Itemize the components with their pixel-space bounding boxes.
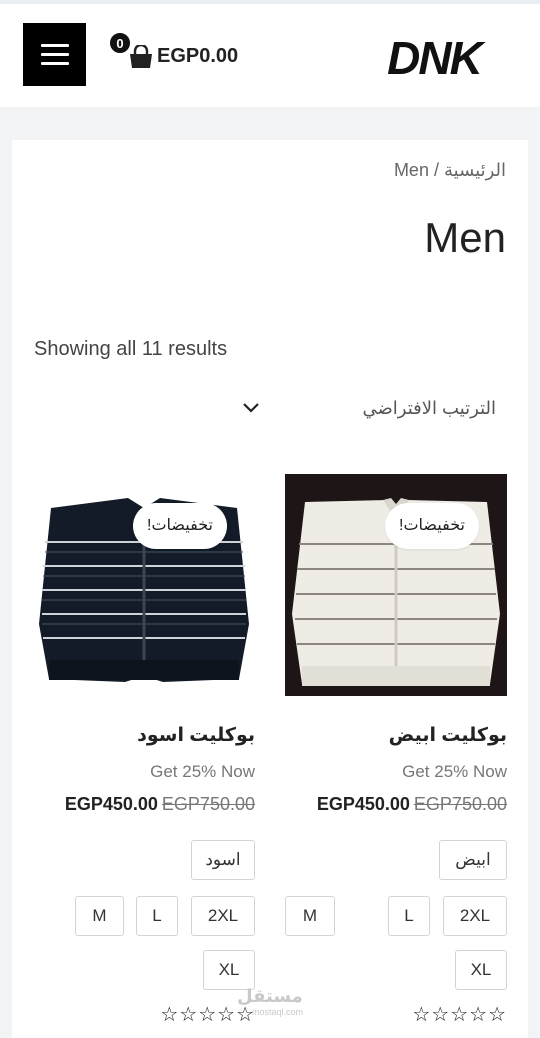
breadcrumb: الرئيسية / Men [394,160,506,181]
page-title: Men [424,214,506,261]
watermark-url: mostaql.com [252,1007,304,1017]
watermark-logo: مستقل [237,986,303,1006]
size-option-l[interactable]: L [136,896,178,936]
product-promo: Get 25% Now [402,762,507,781]
cart-link[interactable]: 0 EGP0.00 [108,29,258,79]
size-option-l[interactable]: L [388,896,430,936]
rating-stars: ☆☆☆☆☆ [412,1004,507,1026]
size-option-2xl[interactable]: 2XL [191,896,255,936]
size-option-xl[interactable]: XL [203,950,255,990]
color-option-white[interactable]: ابيض [439,840,507,880]
menu-bar-icon [41,44,69,47]
menu-bar-icon [41,53,69,56]
sort-select[interactable]: الترتيب الافتراضي [232,388,512,430]
product-card: تخفيضات! بوكليت ابيض Get 25% Now EGP450.… [285,474,507,1034]
sort-selected-label: الترتيب الافتراضي [362,398,497,418]
results-count: Showing all 11 results [34,338,228,360]
dnk-logo[interactable]: DNK [374,32,494,84]
content-panel: الرئيسية / Men Men Showing all 11 result… [12,140,528,1038]
original-price: EGP750.00 [413,794,507,814]
shopping-bag-icon [130,45,152,68]
hamburger-menu-button[interactable] [23,23,86,86]
original-price: EGP750.00 [161,794,255,814]
color-option-black[interactable]: اسود [191,840,255,880]
sale-price: EGP450.00 [316,794,410,814]
sale-badge: تخفيضات! [385,503,479,549]
sale-badge: تخفيضات! [133,503,227,549]
product-name[interactable]: بوكليت ابيض [389,724,507,747]
product-price: EGP450.00 EGP750.00 [317,794,507,815]
menu-bar-icon [41,62,69,65]
size-option-xl[interactable]: XL [455,950,507,990]
product-card: تخفيضات! بوكليت اسود Get 25% Now EGP450.… [33,474,255,1034]
size-option-2xl[interactable]: 2XL [443,896,507,936]
breadcrumb-current: Men [393,160,429,180]
product-promo: Get 25% Now [150,762,255,781]
size-option-m[interactable]: M [285,896,335,936]
product-name[interactable]: بوكليت اسود [137,724,255,747]
sale-price: EGP450.00 [64,794,158,814]
product-price: EGP450.00 EGP750.00 [65,794,255,815]
breadcrumb-home-link[interactable]: الرئيسية [444,160,506,180]
size-option-m[interactable]: M [75,896,124,936]
breadcrumb-separator: / [433,160,439,180]
site-header: 0 EGP0.00 DNK [0,4,540,107]
logo-text: DNK [387,32,485,84]
cart-count-badge: 0 [108,31,132,55]
chevron-down-icon [243,403,259,413]
cart-total: EGP0.00 [157,45,239,67]
